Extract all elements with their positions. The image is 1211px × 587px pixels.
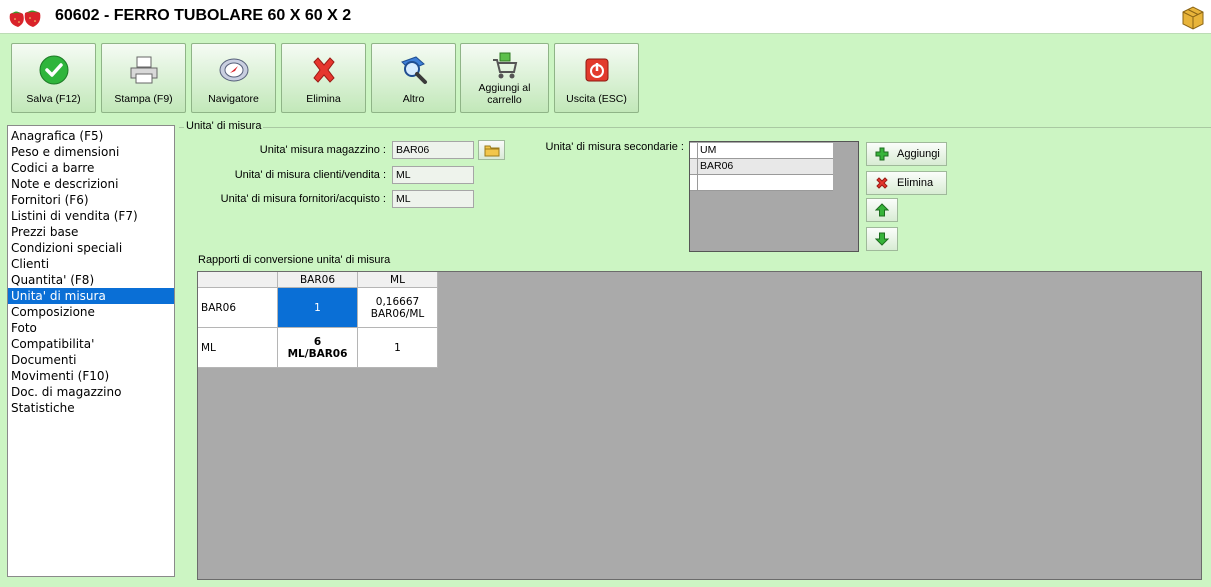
sidebar-item-unita-misura[interactable]: Unita' di misura <box>8 288 174 304</box>
table-cell[interactable]: 0,16667 BAR06/ML <box>358 288 438 328</box>
navigator-button[interactable]: Navigatore <box>191 43 276 113</box>
add-to-cart-label-line1: Aggiungi al <box>478 82 531 94</box>
sidebar-item-condizioni-speciali[interactable]: Condizioni speciali <box>8 240 174 256</box>
checkmark-icon <box>39 55 68 85</box>
warehouse-unit-field[interactable]: BAR06 <box>392 141 474 159</box>
column-header: ML <box>358 272 438 288</box>
customer-unit-field[interactable]: ML <box>392 166 474 184</box>
sidebar-item-note-descrizioni[interactable]: Note e descrizioni <box>8 176 174 192</box>
grid-corner <box>198 272 278 288</box>
table-cell[interactable]: 6 ML/BAR06 <box>278 328 358 368</box>
delete-button[interactable]: Elimina <box>281 43 366 113</box>
browse-unit-button[interactable] <box>478 140 505 160</box>
secondary-units-list[interactable]: UM BAR06 <box>689 141 859 252</box>
sidebar-item-doc-magazzino[interactable]: Doc. di magazzino <box>8 384 174 400</box>
arrow-up-icon <box>875 203 889 217</box>
cell-value: 0,16667 <box>375 295 420 308</box>
plus-icon <box>875 147 889 161</box>
sidebar-item-quantita[interactable]: Quantita' (F8) <box>8 272 174 288</box>
exit-button[interactable]: Uscita (ESC) <box>554 43 639 113</box>
table-cell[interactable]: 1 <box>358 328 438 368</box>
strawberry-icon <box>9 10 41 27</box>
table-cell[interactable]: 1 <box>278 288 358 328</box>
window-title: 60602 - FERRO TUBOLARE 60 X 60 X 2 <box>55 7 352 24</box>
move-down-button[interactable] <box>866 227 898 251</box>
units-group-title: Unita' di misura <box>184 120 264 132</box>
navigator-label: Navigatore <box>208 93 259 105</box>
delete-unit-button[interactable]: Elimina <box>866 171 947 195</box>
list-item[interactable] <box>690 175 833 191</box>
row-header: ML <box>198 328 278 368</box>
cell-unit: ML/BAR06 <box>287 347 348 360</box>
sidebar-item-documenti[interactable]: Documenti <box>8 352 174 368</box>
folder-icon <box>484 145 500 157</box>
add-to-cart-label-line2: carrello <box>487 94 522 106</box>
sidebar-item-prezzi-base[interactable]: Prezzi base <box>8 224 174 240</box>
sidebar-item-listini-vendita[interactable]: Listini di vendita (F7) <box>8 208 174 224</box>
add-unit-button[interactable]: Aggiungi <box>866 142 947 166</box>
other-button[interactable]: Altro <box>371 43 456 113</box>
supplier-unit-field[interactable]: ML <box>392 190 474 208</box>
print-button[interactable]: Stampa (F9) <box>101 43 186 113</box>
sidebar-item-clienti[interactable]: Clienti <box>8 256 174 272</box>
list-item[interactable]: BAR06 <box>690 159 833 175</box>
add-unit-label: Aggiungi <box>897 148 940 160</box>
secondary-units-label: Unita' di misura secondarie : <box>545 141 684 153</box>
sidebar-item-compatibilita[interactable]: Compatibilita' <box>8 336 174 352</box>
sidebar-item-statistiche[interactable]: Statistiche <box>8 400 174 416</box>
package-icon <box>1182 6 1204 30</box>
toolbar: Salva (F12) Stampa (F9) Navigatore Elimi… <box>0 34 1211 118</box>
cart-icon <box>492 52 517 79</box>
cell-value: 1 <box>394 341 401 354</box>
customer-unit-label: Unita' di misura clienti/vendita : <box>234 169 386 181</box>
compass-icon <box>219 58 248 82</box>
printer-icon <box>130 56 157 84</box>
arrow-down-icon <box>875 232 889 246</box>
print-label: Stampa (F9) <box>114 93 173 105</box>
sidebar-item-foto[interactable]: Foto <box>8 320 174 336</box>
save-button[interactable]: Salva (F12) <box>11 43 96 113</box>
sidebar-item-fornitori[interactable]: Fornitori (F6) <box>8 192 174 208</box>
cell-value: 6 <box>313 335 322 348</box>
column-header: BAR06 <box>278 272 358 288</box>
row-header: BAR06 <box>198 288 278 328</box>
delete-label: Elimina <box>306 93 341 105</box>
conversion-grid[interactable]: BAR06 ML BAR06 1 0,16667 BAR06/ML ML 6 M… <box>197 271 1202 580</box>
warehouse-unit-label: Unita' misura magazzino : <box>259 144 386 156</box>
sidebar-item-movimenti[interactable]: Movimenti (F10) <box>8 368 174 384</box>
add-to-cart-label: Aggiungi al carrello <box>463 82 546 106</box>
close-icon <box>312 57 335 83</box>
sidebar-nav: Anagrafica (F5) Peso e dimensioni Codici… <box>7 125 175 577</box>
sidebar-item-anagrafica[interactable]: Anagrafica (F5) <box>8 128 174 144</box>
magnifier-icon <box>400 56 427 84</box>
sidebar-item-codici-barre[interactable]: Codici a barre <box>8 160 174 176</box>
other-label: Altro <box>402 93 425 105</box>
exit-label: Uscita (ESC) <box>566 93 627 105</box>
title-bar: 60602 - FERRO TUBOLARE 60 X 60 X 2 <box>0 0 1211 34</box>
supplier-unit-label: Unita' di misura fornitori/acquisto : <box>220 193 386 205</box>
sidebar-item-peso-dimensioni[interactable]: Peso e dimensioni <box>8 144 174 160</box>
move-up-button[interactable] <box>866 198 898 222</box>
conversion-title: Rapporti di conversione unita' di misura <box>198 254 391 266</box>
close-icon <box>876 177 888 189</box>
cell-unit: BAR06/ML <box>370 307 425 320</box>
power-icon <box>585 58 608 82</box>
add-to-cart-button[interactable]: Aggiungi al carrello <box>460 43 549 113</box>
sidebar-item-composizione[interactable]: Composizione <box>8 304 174 320</box>
save-label: Salva (F12) <box>26 93 81 105</box>
cell-value: 1 <box>314 301 321 314</box>
delete-unit-label: Elimina <box>897 177 934 189</box>
secondary-units-header: UM <box>690 143 833 159</box>
